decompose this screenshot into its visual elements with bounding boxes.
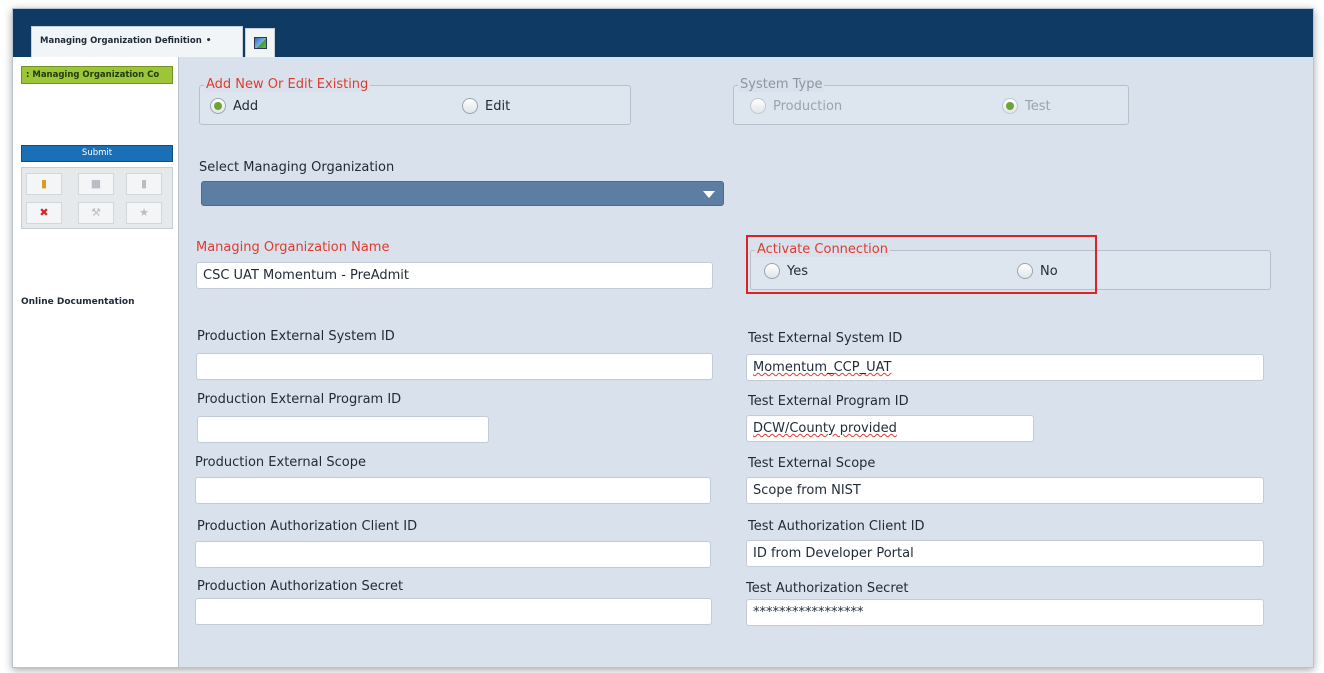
radio-test[interactable]: Test [1002,98,1051,114]
prod-system-id-label: Production External System ID [197,329,395,344]
radio-label: Edit [485,98,511,114]
test-program-id-label: Test External Program ID [748,394,909,409]
prod-program-id-label: Production External Program ID [197,392,402,407]
document-icon[interactable]: ▮ [126,173,162,195]
radio-label: Add [233,98,259,114]
test-program-id-value: DCW/County provided [753,421,897,436]
prod-client-id-label: Production Authorization Client ID [197,519,418,534]
test-client-id-input[interactable]: ID from Developer Portal [746,540,1264,567]
radio-dot [1002,98,1018,114]
tools-icon[interactable]: ⚒ [78,202,114,224]
test-system-id-label: Test External System ID [748,331,903,346]
test-scope-input[interactable]: Scope from NIST [746,477,1264,504]
save-icon[interactable]: ■ [78,173,114,195]
select-org-label: Select Managing Organization [199,160,395,175]
online-documentation-link[interactable]: Online Documentation [21,297,135,307]
tab-managing-organization-definition[interactable]: Managing Organization Definition • [31,26,243,57]
pin-icon[interactable]: • [206,36,212,46]
chevron-down-icon [703,191,715,198]
add-edit-group: Add New Or Edit Existing Add Edit [199,77,631,125]
tab-image[interactable] [245,28,275,57]
app-window: Managing Organization Definition • : Mana… [12,8,1314,668]
test-scope-label: Test External Scope [748,456,876,471]
test-secret-input[interactable]: ***************** [746,599,1264,626]
image-icon [254,37,267,49]
prod-system-id-input[interactable] [196,353,713,380]
radio-dot [210,98,226,114]
org-name-input[interactable]: CSC UAT Momentum - PreAdmit [196,262,713,289]
prod-program-id-input[interactable] [197,416,489,443]
radio-production[interactable]: Production [750,98,842,114]
sidebar: : Managing Organization Co Submit ▮ ■ ▮ … [13,57,179,667]
test-scope-value: Scope from NIST [753,483,861,498]
radio-dot [750,98,766,114]
toolbox: ▮ ■ ▮ ✖ ⚒ ★ [21,167,173,229]
radio-label: Production [773,98,843,114]
prod-secret-label: Production Authorization Secret [197,579,404,594]
prod-client-id-input[interactable] [195,541,711,568]
radio-add[interactable]: Add [210,98,258,114]
test-program-id-input[interactable]: DCW/County provided [746,415,1034,442]
test-secret-label: Test Authorization Secret [746,581,909,596]
close-icon[interactable]: ✖ [26,202,62,224]
activate-connection-highlight [746,235,1097,294]
folder-icon[interactable]: ▮ [26,173,62,195]
test-client-id-label: Test Authorization Client ID [748,519,925,534]
add-edit-legend: Add New Or Edit Existing [204,77,371,92]
radio-dot [462,98,478,114]
prod-scope-input[interactable] [195,477,711,504]
radio-label: Test [1025,98,1051,114]
star-icon[interactable]: ★ [126,202,162,224]
system-type-legend: System Type [738,77,825,92]
submit-button[interactable]: Submit [21,145,173,162]
org-name-label: Managing Organization Name [196,240,390,255]
prod-scope-label: Production External Scope [195,455,366,470]
sidebar-item-managing-organization[interactable]: : Managing Organization Co [21,66,173,84]
tab-bar: Managing Organization Definition • [13,9,1313,57]
test-system-id-input[interactable]: Momentum_CCP_UAT [746,354,1264,381]
test-system-id-value: Momentum_CCP_UAT [753,360,892,375]
system-type-group: System Type Production Test [733,77,1129,125]
tab-label: Managing Organization Definition [40,36,202,46]
prod-secret-input[interactable] [195,598,712,625]
managing-organization-select[interactable] [201,181,724,206]
radio-edit[interactable]: Edit [462,98,510,114]
